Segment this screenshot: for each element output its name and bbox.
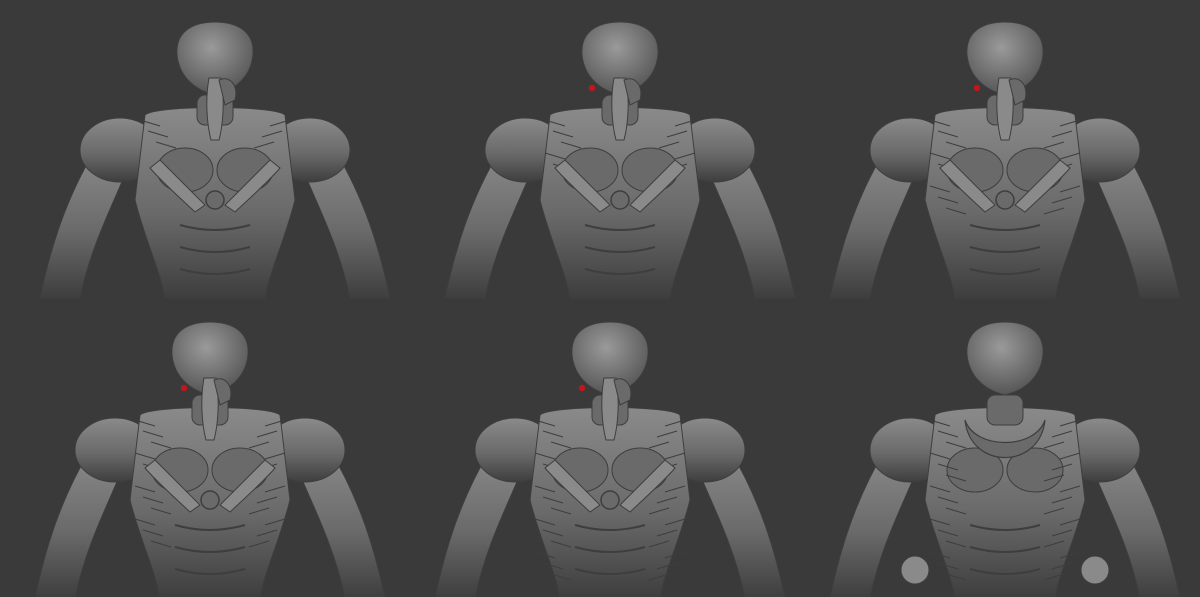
sculpt-figure-front-stage-5 — [434, 321, 786, 597]
sculpt-canvas — [34, 21, 1181, 597]
chest-core — [995, 190, 1015, 210]
head — [966, 321, 1044, 396]
red-eye-icon — [578, 384, 586, 392]
chest-core — [610, 190, 630, 210]
sculpt-figure-front-stage-2 — [444, 21, 796, 299]
sculpt-figure-front-stage-3 — [829, 21, 1181, 299]
elbow-pad — [900, 555, 930, 585]
chest-core — [205, 190, 225, 210]
elbow-pad — [1080, 555, 1110, 585]
red-eye-icon — [973, 84, 981, 92]
chest-core — [600, 490, 620, 510]
sculpt-figure-front-stage-4 — [34, 321, 386, 597]
torso — [924, 407, 1086, 597]
sculpt-progression-sheet — [0, 0, 1200, 597]
chest-core — [200, 490, 220, 510]
sculpt-figure-front-stage-1 — [39, 21, 391, 299]
sculpt-figure-back-stage-6 — [829, 321, 1181, 597]
neck — [986, 394, 1024, 426]
red-eye-icon — [588, 84, 596, 92]
red-eye-icon — [180, 384, 188, 392]
